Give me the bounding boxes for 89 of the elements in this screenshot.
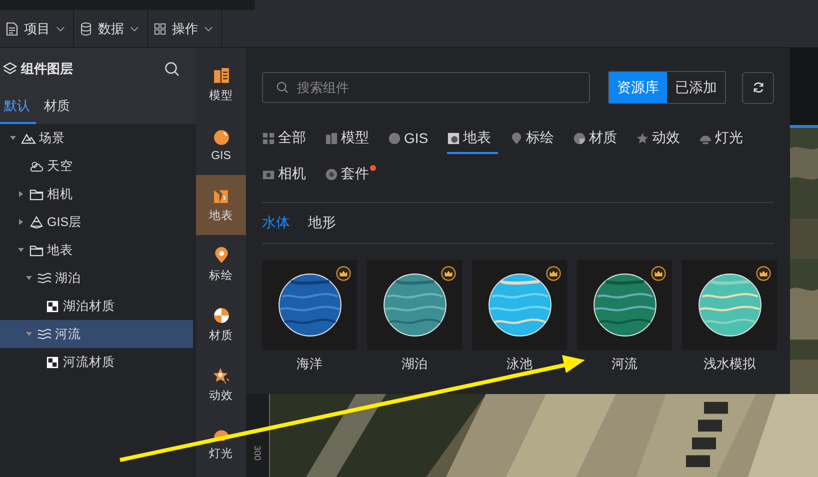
category-tab[interactable]: 套件 [325,160,376,190]
category-icon [325,132,338,144]
tree-item[interactable]: 天空 [0,152,193,180]
terrain-icon [212,187,230,204]
chevron-icon [130,26,139,32]
tree-item[interactable]: GIS层 [0,208,193,236]
search-field[interactable]: 搜索组件 [262,72,590,103]
card-label: 湖泊 [402,355,428,373]
pin-icon [212,247,230,264]
rail-item[interactable]: GIS [196,115,246,175]
folder-icon [29,244,44,256]
panel-title: 组件图层 [21,60,74,78]
toggle-button[interactable]: 已添加 [667,72,725,103]
lamp-icon [212,429,230,442]
category-tab[interactable]: GIS [388,124,436,154]
category-tab[interactable]: 地表 [447,124,498,154]
category-tab[interactable]: 灯光 [699,124,750,154]
card-label: 海洋 [296,355,322,373]
subtab[interactable]: 地形 [308,214,336,232]
rail-item[interactable]: 地表 [196,175,246,235]
tree-item[interactable]: 相机 [0,180,193,208]
card-label: 浅水模拟 [704,355,756,373]
card-thumbnail[interactable] [682,260,777,350]
rail-item[interactable]: 模型 [196,55,246,115]
caret-icon[interactable] [17,246,25,254]
refresh-icon [752,81,764,94]
rail-item[interactable]: 动效 [196,355,246,415]
database-icon [80,22,92,36]
tree-item[interactable]: 河流 [0,320,193,348]
layer-tab[interactable]: 默认 [0,89,36,124]
search-icon [276,81,289,94]
globe-icon [212,128,230,146]
menu-item[interactable]: 操作 [148,10,222,47]
category-tab[interactable]: 标绘 [510,124,562,154]
caret-icon[interactable] [17,218,25,226]
category-icon [636,132,650,144]
card-thumbnail[interactable] [577,260,672,350]
grid-icon [154,22,166,36]
star-icon [212,367,230,384]
document-icon [6,22,18,36]
layer-tab[interactable]: 材质 [40,89,76,124]
waves-icon [37,328,52,340]
cloud-sun-icon [29,160,44,172]
tree-item[interactable]: 场景 [0,124,193,152]
card-thumbnail[interactable] [367,260,462,350]
category-icon [510,132,524,144]
category-tab[interactable]: 材质 [573,124,624,154]
mountain-icon [21,132,36,144]
checker-icon [45,300,60,312]
refresh-button[interactable] [742,72,774,104]
caret-icon[interactable] [25,330,33,338]
category-icon [573,132,586,144]
search-icon[interactable] [164,60,180,76]
checker-icon [45,356,60,368]
category-tab[interactable]: 相机 [262,160,313,190]
card-thumbnail[interactable] [472,260,567,350]
waves-icon [37,272,52,284]
caret-icon[interactable] [25,274,33,282]
menu-item[interactable]: 项目 [0,10,74,47]
category-icon [325,168,338,180]
rail-item[interactable]: 标绘 [196,235,246,295]
category-tab[interactable]: 全部 [262,124,313,154]
caret-icon[interactable] [9,134,17,142]
rail-item[interactable]: 灯光 [196,415,246,475]
category-tab[interactable]: 模型 [325,124,376,154]
layers-icon [3,62,17,76]
material-ball-icon [212,307,230,324]
chevron-icon [56,26,65,32]
category-icon [262,132,275,144]
pyramid-icon [29,216,44,228]
folder-icon [29,188,44,200]
card-label: 河流 [612,355,638,373]
tree-item[interactable]: 湖泊材质 [0,292,193,320]
caret-icon[interactable] [17,190,25,198]
tree-item[interactable]: 地表 [0,236,193,264]
menu-item[interactable]: 数据 [74,10,148,47]
tree-item[interactable]: 河流材质 [0,348,193,376]
toggle-button[interactable]: 资源库 [609,72,667,103]
rail-item[interactable]: 材质 [196,295,246,355]
building-icon [212,67,230,84]
ruler-label: 300 [252,444,262,460]
chevron-icon [204,26,213,32]
card-label: 泳池 [506,355,532,373]
category-tab[interactable]: 动效 [636,124,688,154]
category-icon [388,132,401,144]
tree-item[interactable]: 湖泊 [0,264,193,292]
subtab[interactable]: 水体 [262,214,290,232]
category-icon [447,132,460,144]
card-thumbnail[interactable] [262,260,357,350]
